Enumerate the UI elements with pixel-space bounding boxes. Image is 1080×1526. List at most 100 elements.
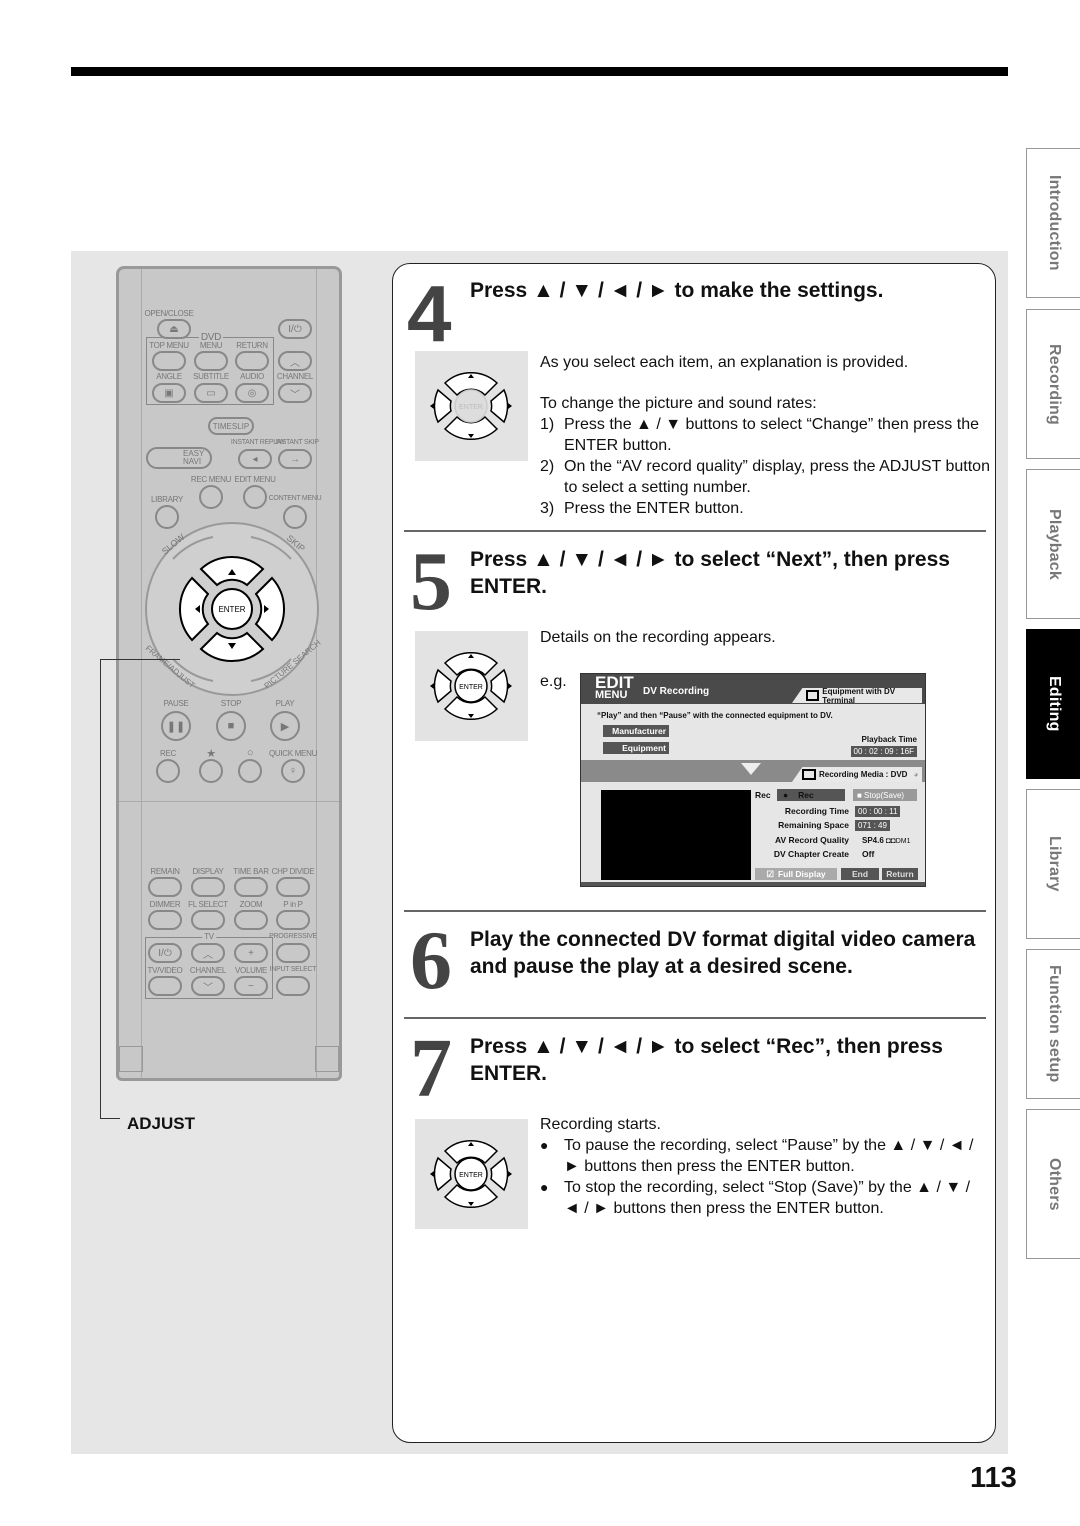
step-intro: As you select each item, an explanation … [540,354,909,371]
list-item: 3) Press the ENTER button. [540,498,990,519]
library-label: LIBRARY [151,495,183,504]
mark-button[interactable] [238,759,262,783]
subtitle-button[interactable]: ▭ [194,383,228,403]
quick-menu-button[interactable]: ♀ [281,759,305,783]
rec-button-label: Rec [798,790,814,800]
edit-menu-button[interactable] [243,485,267,509]
remote-rail [141,269,142,1078]
channel-down-button[interactable]: ﹀ [278,383,312,403]
minus-icon: − [248,980,254,992]
tab-function-setup[interactable]: Function setup [1026,949,1080,1099]
instant-skip-button[interactable]: → [278,449,312,469]
angle-button[interactable]: ▣ [152,383,186,403]
rec-button[interactable]: ● Rec [777,789,845,801]
recording-media-tab: Recording Media : DVD ◕ [792,767,922,782]
recording-media-label: Recording Media : DVD [819,770,908,779]
tab-label: Library [1046,836,1063,892]
chevron-up-icon: ︿ [290,357,300,369]
p-in-p-button[interactable] [276,910,310,930]
remaining-space-value: 071 : 49 [855,820,890,831]
chapter-create-value: Off [862,849,875,859]
pause-label: PAUSE [163,699,189,708]
progressive-button[interactable] [276,943,310,963]
volume-up-button[interactable]: + [234,943,268,963]
callout-line [100,659,101,1119]
dv-recording-screen: EDIT MENU DV Recording Equipment with DV … [580,673,926,887]
instant-skip-label: INSTANT SKIP [275,439,319,446]
return-button[interactable]: Return [882,868,918,880]
tv-video-button[interactable] [148,976,182,996]
eject-button[interactable]: ⏏ [157,319,191,339]
stop-button[interactable]: ■ [216,711,246,741]
chapter-create-label: DV Chapter Create [773,849,849,859]
end-button[interactable]: End [841,868,879,880]
full-display-button[interactable]: ☑ Full Display [755,868,837,880]
power-icon: I/⏻ [288,323,302,335]
dpad-illustration: ENTER [415,631,528,741]
tab-others[interactable]: Others [1026,1109,1080,1259]
display-label: DISPLAY [192,867,224,876]
power-button[interactable]: I/⏻ [278,319,312,339]
volume-down-button[interactable]: − [234,976,268,996]
favorite-button[interactable] [199,759,223,783]
easy-navi-button[interactable]: EASY NAVI [146,447,212,469]
dimmer-button[interactable] [148,910,182,930]
audio-label: AUDIO [240,372,264,381]
av-quality-value: SP4.6 ◘◘DM1 [862,836,910,845]
tv-channel-up-button[interactable]: ︿ [191,943,225,963]
time-bar-button[interactable] [234,877,268,897]
equipment-button[interactable]: Equipment [603,742,669,754]
zoom-button[interactable] [234,910,268,930]
timeslip-label: TIMESLIP [212,421,250,431]
fl-select-button[interactable] [191,910,225,930]
svg-text:ENTER: ENTER [459,1172,483,1179]
step-title: Press ▲ / ▼ / ◄ / ► to select “Next”, th… [470,548,950,598]
audio-button[interactable]: ◎ [235,383,269,403]
manufacturer-button[interactable]: Manufacturer [603,725,669,737]
square-icon [802,769,816,780]
instant-replay-button[interactable]: ◂ [238,449,272,469]
channel-up-button[interactable]: ︿ [278,351,312,371]
rec-label: REC [160,749,176,758]
arrow-down-icon [741,763,761,775]
step-list: 1) Press the ▲ / ▼ buttons to select “Cha… [540,414,990,519]
rec-menu-button[interactable] [199,485,223,509]
menu-button[interactable] [194,351,228,371]
eject-icon: ⏏ [169,323,179,335]
audio-icon: ◎ [247,387,257,399]
angle-label: ANGLE [156,372,182,381]
tv-power-button[interactable]: I/⏻ [148,943,182,963]
stop-save-button[interactable]: ■ Stop(Save) [853,789,917,801]
top-menu-button[interactable] [152,351,186,371]
osd-title: DV Recording [643,686,710,697]
chp-divide-label: CHP DIVIDE [271,867,315,876]
input-select-button[interactable] [276,976,310,996]
step-intro: Recording starts. [540,1116,661,1133]
svg-text:ENTER: ENTER [459,404,483,411]
rec-button[interactable] [156,759,180,783]
recording-time-value: 00 : 00 : 11 [855,806,901,817]
remain-button[interactable] [148,877,182,897]
remote-divider [119,801,339,802]
tab-editing[interactable]: Editing [1026,629,1080,779]
list-item: ● To stop the recording, select “Stop (Sa… [540,1177,980,1219]
tab-introduction[interactable]: Introduction [1026,148,1080,298]
tv-channel-down-button[interactable]: ﹀ [191,976,225,996]
tab-playback[interactable]: Playback [1026,469,1080,619]
tab-recording[interactable]: Recording [1026,309,1080,459]
display-button[interactable] [191,877,225,897]
timeslip-button[interactable]: TIMESLIP [208,417,254,435]
tab-library[interactable]: Library [1026,789,1080,939]
stop-icon: ■ [227,720,235,732]
progressive-label: PROGRESSIVE [269,933,317,940]
chp-divide-button[interactable] [276,877,310,897]
return-button[interactable] [235,351,269,371]
step-number: 4 [407,269,452,358]
list-item: ● To pause the recording, select “Pause” … [540,1135,980,1177]
menu-label: MENU [199,341,223,350]
pause-button[interactable]: ❚❚ [161,711,191,741]
volume-label: VOLUME [235,966,267,975]
dpad-icon: ENTER [430,1139,512,1209]
p-in-p-label: P in P [283,900,303,909]
play-button[interactable]: ▶ [270,711,300,741]
